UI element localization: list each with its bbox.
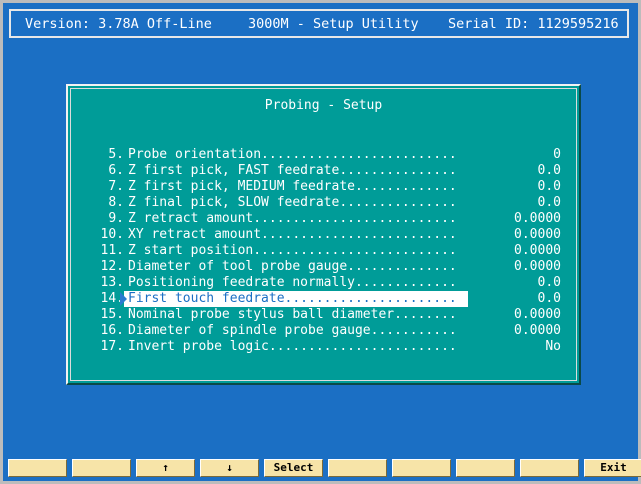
setting-row-z-first-medium[interactable]: 7. Z first pick, MEDIUM feedrate........… xyxy=(68,179,579,195)
f2-key[interactable] xyxy=(72,459,131,477)
setting-label-selected: First touch feedrate....................… xyxy=(124,291,468,307)
function-key-bar: ↑ ↓ Select Exit xyxy=(8,459,641,477)
setting-label: XY retract amount.......................… xyxy=(128,227,457,242)
setting-row-z-start[interactable]: 11. Z start position....................… xyxy=(68,243,579,259)
setting-value: 0.0000 xyxy=(514,243,561,258)
setting-row-z-retract[interactable]: 9. Z retract amount.....................… xyxy=(68,211,579,227)
setting-label: Z first pick, FAST feedrate.............… xyxy=(128,163,457,178)
setting-number: 17. xyxy=(100,339,124,354)
exit-key[interactable]: Exit xyxy=(584,459,641,477)
setting-label: Z first pick, MEDIUM feedrate...........… xyxy=(128,179,457,194)
setting-label: Diameter of tool probe gauge............… xyxy=(128,259,457,274)
setting-row-probe-orientation[interactable]: 5. Probe orientation....................… xyxy=(68,147,579,163)
setting-row-stylus-ball-diameter[interactable]: 15. Nominal probe stylus ball diameter..… xyxy=(68,307,579,323)
setting-value: 0.0 xyxy=(537,179,561,194)
setting-number: 9. xyxy=(108,211,124,226)
setting-row-z-first-fast[interactable]: 6. Z first pick, FAST feedrate..........… xyxy=(68,163,579,179)
setting-value: 0.0 xyxy=(537,195,561,210)
setting-value: 0.0000 xyxy=(514,211,561,226)
setting-value: 0.0000 xyxy=(514,323,561,338)
panel-title: Probing - Setup xyxy=(264,98,383,113)
setting-row-invert-probe-logic[interactable]: 17. Invert probe logic..................… xyxy=(68,339,579,355)
setting-label: Z retract amount........................… xyxy=(128,211,457,226)
setting-number: 10. xyxy=(100,227,124,242)
setting-value: 0.0 xyxy=(537,163,561,178)
select-key[interactable]: Select xyxy=(264,459,323,477)
down-arrow-key[interactable]: ↓ xyxy=(200,459,259,477)
setting-label: Probe orientation.......................… xyxy=(128,147,457,162)
setting-number: 15. xyxy=(100,307,124,322)
f9-key[interactable] xyxy=(520,459,579,477)
setting-number: 7. xyxy=(108,179,124,194)
setting-row-tool-probe-gauge[interactable]: 12. Diameter of tool probe gauge........… xyxy=(68,259,579,275)
setting-value: No xyxy=(545,339,561,354)
setting-row-positioning-feedrate[interactable]: 13. Positioning feedrate normally.......… xyxy=(68,275,579,291)
setting-label: Invert probe logic......................… xyxy=(128,339,457,354)
setting-label: Positioning feedrate normally...........… xyxy=(128,275,457,290)
app-title: 3000M - Setup Utility xyxy=(248,16,419,32)
setting-number: 11. xyxy=(100,243,124,258)
serial-id-text: Serial ID: 1129595216 xyxy=(448,16,619,32)
setting-row-xy-retract[interactable]: 10. XY retract amount...................… xyxy=(68,227,579,243)
f8-key[interactable] xyxy=(456,459,515,477)
f7-key[interactable] xyxy=(392,459,451,477)
setting-number: 12. xyxy=(100,259,124,274)
f6-key[interactable] xyxy=(328,459,387,477)
setting-number: 8. xyxy=(108,195,124,210)
setting-value: 0 xyxy=(553,147,561,162)
window-frame-left xyxy=(0,0,3,484)
setting-number: 16. xyxy=(100,323,124,338)
status-header: Version: 3.78A Off-Line 3000M - Setup Ut… xyxy=(9,9,629,38)
up-arrow-key[interactable]: ↑ xyxy=(136,459,195,477)
setting-label: Nominal probe stylus ball diameter......… xyxy=(128,307,457,322)
setting-row-spindle-probe-gauge[interactable]: 16. Diameter of spindle probe gauge.....… xyxy=(68,323,579,339)
window-frame-top xyxy=(0,0,641,3)
setting-number: 13. xyxy=(100,275,124,290)
probing-setup-panel: Probing - Setup 5. Probe orientation....… xyxy=(66,84,581,385)
setting-label: Z start position........................… xyxy=(128,243,457,258)
setting-number: 5. xyxy=(108,147,124,162)
setting-value: 0.0 xyxy=(537,275,561,290)
setting-number: 6. xyxy=(108,163,124,178)
setting-value: 0.0 xyxy=(537,291,561,306)
setting-row-z-final-slow[interactable]: 8. Z final pick, SLOW feedrate..........… xyxy=(68,195,579,211)
version-text: Version: 3.78A Off-Line xyxy=(25,16,212,32)
selection-pointer-icon xyxy=(120,292,127,306)
setting-value: 0.0000 xyxy=(514,259,561,274)
f1-key[interactable] xyxy=(8,459,67,477)
setting-row-first-touch-feedrate[interactable]: 14. First touch feedrate................… xyxy=(68,291,579,307)
setting-value: 0.0000 xyxy=(514,227,561,242)
setting-label: Z final pick, SLOW feedrate.............… xyxy=(128,195,457,210)
setting-value: 0.0000 xyxy=(514,307,561,322)
setting-label: Diameter of spindle probe gauge.........… xyxy=(128,323,457,338)
